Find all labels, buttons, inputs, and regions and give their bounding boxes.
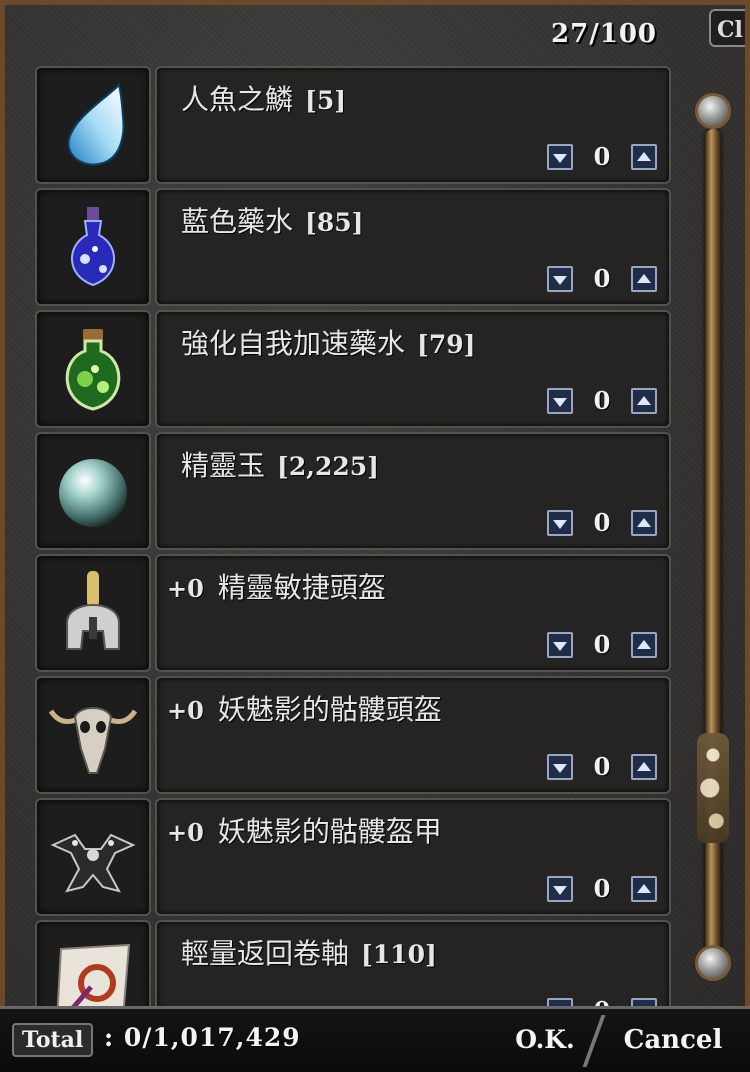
list-item[interactable]: +0 精靈敏捷頭盔 0 [35,554,671,672]
elf-orb-icon [59,459,127,527]
quantity-value: 0 [593,386,611,415]
scroll-up-button[interactable] [695,93,731,129]
list-item[interactable]: 人魚之鱗 [5] 0 [35,66,671,184]
item-icon-slot [35,310,151,428]
item-name-line: 強化自我加速藥水 [79] [167,322,475,362]
quantity-value: 0 [593,752,611,781]
item-icon-slot [35,66,151,184]
item-count: [5] [305,86,347,115]
quantity-decrease-button[interactable] [547,876,573,902]
quantity-increase-button[interactable] [631,266,657,292]
item-name: 輕量返回卷軸 [181,937,350,970]
list-item[interactable]: 輕量返回卷軸 [110] 0 [35,920,671,1011]
mermaid-scale-icon [67,83,125,166]
close-tab[interactable]: Cl [709,9,745,47]
item-name: 人魚之鱗 [181,83,294,116]
item-count: [79] [417,330,476,359]
quantity-increase-button[interactable] [631,510,657,536]
item-icon-slot [35,554,151,672]
quantity-increase-button[interactable] [631,632,657,658]
scrollbar[interactable] [691,93,737,993]
item-icon-slot [35,798,151,916]
total-label: Total [12,1023,94,1057]
quantity-value: 0 [593,630,611,659]
item-icon-slot [35,432,151,550]
skull-armor-icon [50,833,136,893]
skull-helmet-icon [48,707,138,774]
quantity-decrease-button[interactable] [547,754,573,780]
slot-count: 27/100 [551,19,657,49]
item-name: 藍色藥水 [181,205,294,238]
quantity-increase-button[interactable] [631,754,657,780]
cancel-button[interactable]: Cancel [608,1019,738,1061]
item-enhance: +0 [167,818,204,847]
scroll-thumb[interactable] [697,733,729,843]
list-item[interactable]: 精靈玉 [2,225] 0 [35,432,671,550]
item-name-line: 藍色藥水 [85] [167,200,363,240]
return-scroll-icon [56,943,131,1011]
item-icon-slot [35,676,151,794]
quantity-decrease-button[interactable] [547,388,573,414]
inventory-window: 27/100 Cl 人魚之鱗 [5] 0 藍色藥水 [85] 0 強化自我加速藥… [0,0,750,1069]
quantity-decrease-button[interactable] [547,632,573,658]
item-icon-slot [35,188,151,306]
item-name-line: 精靈玉 [2,225] [167,444,379,484]
item-name-line: 人魚之鱗 [5] [167,78,346,118]
item-name: 精靈玉 [181,449,266,482]
item-name: 妖魅影的骷髏盔甲 [217,815,442,848]
quantity-value: 0 [593,264,611,293]
item-name: 精靈敏捷頭盔 [217,571,386,604]
item-info: 人魚之鱗 [5] 0 [155,66,671,184]
item-name: 妖魅影的骷髏頭盔 [217,693,442,726]
list-item[interactable]: 藍色藥水 [85] 0 [35,188,671,306]
item-info: +0 妖魅影的骷髏盔甲 0 [155,798,671,916]
item-info: 輕量返回卷軸 [110] 0 [155,920,671,1011]
green-potion-icon [65,329,121,411]
item-icon-slot [35,920,151,1011]
item-info: 強化自我加速藥水 [79] 0 [155,310,671,428]
quantity-value: 0 [593,508,611,537]
item-name: 強化自我加速藥水 [181,327,406,360]
quantity-value: 0 [593,874,611,903]
quantity-decrease-button[interactable] [547,266,573,292]
quantity-increase-button[interactable] [631,144,657,170]
item-count: [110] [361,940,437,969]
footer-bar: Total : 0/1,017,429 O.K. Cancel [0,1006,750,1072]
total-value: : 0/1,017,429 [104,1023,301,1052]
quantity-increase-button[interactable] [631,876,657,902]
blue-potion-icon [71,207,115,287]
item-info: +0 精靈敏捷頭盔 0 [155,554,671,672]
quantity-decrease-button[interactable] [547,144,573,170]
ok-button[interactable]: O.K. [504,1019,586,1061]
quantity-increase-button[interactable] [631,388,657,414]
item-info: +0 妖魅影的骷髏頭盔 0 [155,676,671,794]
scroll-down-button[interactable] [695,945,731,981]
quantity-value: 0 [593,142,611,171]
quantity-decrease-button[interactable] [547,510,573,536]
item-name-line: +0 精靈敏捷頭盔 [167,566,398,606]
item-name-line: +0 妖魅影的骷髏盔甲 [167,810,454,850]
item-count: [2,225] [277,452,379,481]
item-enhance: +0 [167,574,204,603]
item-info: 藍色藥水 [85] 0 [155,188,671,306]
list-item[interactable]: 強化自我加速藥水 [79] 0 [35,310,671,428]
list-item[interactable]: +0 妖魅影的骷髏盔甲 0 [35,798,671,916]
item-enhance: +0 [167,696,204,725]
item-list: 人魚之鱗 [5] 0 藍色藥水 [85] 0 強化自我加速藥水 [79] 0 精… [35,66,671,1011]
item-count: [85] [305,208,364,237]
item-name-line: 輕量返回卷軸 [110] [167,932,437,972]
item-info: 精靈玉 [2,225] 0 [155,432,671,550]
elf-helmet-icon [66,571,120,650]
item-name-line: +0 妖魅影的骷髏頭盔 [167,688,454,728]
list-item[interactable]: +0 妖魅影的骷髏頭盔 0 [35,676,671,794]
